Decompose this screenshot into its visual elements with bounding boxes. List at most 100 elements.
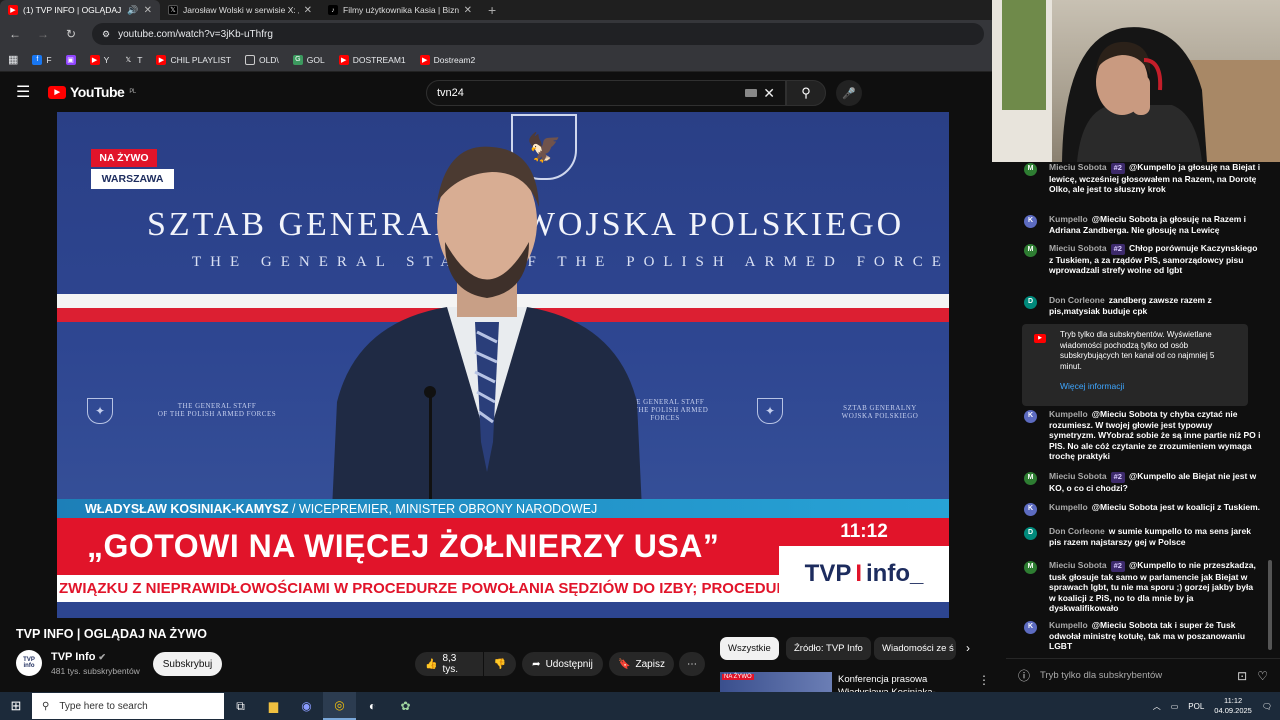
voice-search-button[interactable]: 🎤 — [836, 80, 862, 106]
chat-avatar[interactable]: M — [1024, 472, 1037, 485]
like-button[interactable]: 👍 8,3 tys. — [415, 652, 483, 676]
speaker-icon[interactable]: 🔊 — [127, 5, 138, 16]
chat-message[interactable]: D Don Corleone w sumie kumpello to ma sens… — [1016, 526, 1261, 547]
chat-message[interactable]: K Kumpello @Mieciu Sobota ja głosuję na Ra… — [1016, 214, 1261, 235]
task-view-icon[interactable]: ⧉ — [224, 692, 257, 720]
chat-author[interactable]: Mieciu Sobota — [1049, 243, 1107, 253]
site-info-icon[interactable]: ⚙ — [102, 29, 110, 40]
chat-avatar[interactable]: M — [1024, 244, 1037, 257]
file-explorer-icon[interactable]: ▆ — [257, 692, 290, 720]
chevron-right-icon[interactable]: › — [966, 641, 970, 655]
logo-part-a: TVP — [804, 560, 852, 587]
obs-icon[interactable]: ◐ — [356, 692, 389, 720]
bookmark-twitch[interactable]: ▣ — [65, 54, 76, 65]
back-icon[interactable]: ← — [8, 27, 22, 41]
chat-avatar[interactable]: D — [1024, 527, 1037, 540]
forward-icon[interactable]: → — [36, 27, 50, 41]
chat-avatar[interactable]: K — [1024, 503, 1037, 516]
chat-author[interactable]: Kumpello — [1049, 502, 1088, 512]
chat-avatar[interactable]: K — [1024, 215, 1037, 228]
bookmark-label: F — [46, 54, 52, 65]
bookmark-old[interactable]: OLD\ — [244, 54, 279, 65]
chat-message[interactable]: M Mieciu Sobota #2 @Kumpello to nie przeszk… — [1016, 560, 1261, 614]
bookmark-chil-playlist[interactable]: ▶ CHIL PLAYLIST — [156, 54, 231, 65]
apps-grid-icon[interactable]: ▦ — [8, 53, 18, 66]
channel-avatar-text: TVP info — [23, 657, 35, 669]
bookmark-y[interactable]: ▶ Y — [89, 54, 110, 65]
more-actions-button[interactable]: ⋯ — [679, 652, 705, 676]
app-icon[interactable]: ✿ — [389, 692, 422, 720]
chat-avatar[interactable]: M — [1024, 561, 1037, 574]
taskbar-search[interactable]: ⚲ Type here to search — [32, 693, 224, 719]
chat-author[interactable]: Kumpello — [1049, 409, 1088, 419]
tab-tvp-info[interactable]: ▶ (1) TVP INFO | OGLĄDAJ N 🔊 ✕ — [0, 0, 160, 20]
chat-message[interactable]: K Kumpello @Mieciu Sobota jest w koalicji … — [1016, 502, 1261, 516]
chat-message[interactable]: K Kumpello @Mieciu Sobota ty chyba czytać … — [1016, 409, 1261, 462]
bookmark-label: Y — [103, 54, 110, 65]
subscribe-button[interactable]: Subskrybuj — [153, 652, 222, 676]
chat-author[interactable]: Kumpello — [1049, 620, 1088, 630]
chat-message[interactable]: M Mieciu Sobota #2 @Kumpello ja głosuję na … — [1016, 162, 1261, 195]
tray-chevron-icon[interactable]: ︿ — [1153, 701, 1161, 712]
bookmark-t[interactable]: 𝕏T — [123, 55, 142, 65]
tab-jaroslaw-wolski[interactable]: 𝕏 Jarosław Wolski w serwisie X: „I ✕ — [160, 0, 320, 20]
bookmark-dostream2[interactable]: ▶ Dostream2 — [419, 54, 475, 65]
menu-icon[interactable]: ☰ — [16, 82, 32, 102]
chat-message[interactable]: M Mieciu Sobota #2 @Kumpello ale Biejat nie… — [1016, 471, 1261, 493]
chat-scrollbar[interactable] — [1268, 560, 1272, 650]
chip-all[interactable]: Wszystkie — [720, 637, 779, 660]
related-video-thumbnail[interactable]: NA ŻYWO — [720, 672, 832, 692]
chat-author[interactable]: Mieciu Sobota — [1049, 162, 1107, 172]
speaker-name-bar: WŁADYSŁAW KOSINIAK-KAMYSZ / WICEPREMIER,… — [57, 499, 949, 518]
chat-input[interactable]: Tryb tylko dla subskrybentów — [1040, 670, 1227, 681]
tab-kasia-tiktok[interactable]: ♪ Filmy użytkownika Kasia | Bizne ✕ — [320, 0, 480, 20]
keyboard-icon[interactable] — [745, 89, 758, 97]
chat-author[interactable]: Don Corleone — [1049, 295, 1105, 305]
channel-avatar[interactable]: TVP info — [16, 650, 42, 676]
save-button[interactable]: 🔖 Zapisz — [609, 652, 674, 676]
notifications-icon[interactable]: 🗨 — [1262, 702, 1272, 711]
video-player[interactable]: 🦅 SZTAB GENERALNY WOJSKA POLSKIEGO THE G… — [57, 112, 949, 618]
more-info-link[interactable]: Więcej informacji — [1060, 381, 1238, 392]
bookmark-gol[interactable]: G GOL — [292, 54, 325, 65]
close-tab-icon[interactable]: ✕ — [304, 5, 312, 16]
chat-author[interactable]: Kumpello — [1049, 214, 1088, 224]
address-bar[interactable]: ⚙ youtube.com/watch?v=3jKb-uThfrg — [92, 23, 984, 45]
clear-search-icon[interactable]: ✕ — [763, 85, 775, 102]
related-menu-icon[interactable]: ⋮ — [978, 673, 990, 687]
chat-avatar[interactable]: K — [1024, 621, 1037, 634]
new-tab-button[interactable]: + — [488, 0, 496, 20]
close-tab-icon[interactable]: ✕ — [144, 5, 152, 16]
chat-author[interactable]: Mieciu Sobota — [1049, 471, 1107, 481]
reload-icon[interactable]: ↻ — [64, 27, 78, 41]
super-chat-icon[interactable]: ⊡ — [1237, 669, 1247, 683]
chat-message[interactable]: D Don Corleone zandberg zawsze razem z pis… — [1016, 295, 1261, 316]
chat-avatar[interactable]: M — [1024, 163, 1037, 176]
windows-start-icon[interactable]: ⊞ — [0, 692, 32, 720]
language-indicator[interactable]: POL — [1188, 702, 1204, 711]
chat-message[interactable]: M Mieciu Sobota #2 Chłop porównuje Kaczynsk… — [1016, 243, 1261, 276]
search-icon: ⚲ — [42, 700, 50, 712]
chat-author[interactable]: Don Corleone — [1049, 526, 1105, 536]
chat-avatar[interactable]: K — [1024, 410, 1037, 423]
dislike-button[interactable]: 👎 — [484, 652, 516, 676]
share-button[interactable]: ➦ Udostępnij — [522, 652, 603, 676]
heart-icon[interactable]: ♡ — [1257, 669, 1268, 683]
discord-icon[interactable]: ◉ — [290, 692, 323, 720]
close-tab-icon[interactable]: ✕ — [464, 5, 472, 16]
search-input[interactable]: tvn24 ✕ — [426, 80, 786, 106]
chip-news[interactable]: Wiadomości ze ś — [874, 637, 956, 660]
chat-message[interactable]: K Kumpello @Mieciu Sobota tak i super że T… — [1016, 620, 1261, 652]
clock[interactable]: 11:12 04.09.2025 — [1214, 696, 1252, 716]
search-button[interactable]: ⚲ — [786, 80, 826, 106]
bookmark-f[interactable]: fF — [32, 54, 52, 65]
network-icon[interactable]: ▭ — [1171, 702, 1179, 711]
chat-avatar[interactable]: D — [1024, 296, 1037, 309]
channel-name-link[interactable]: TVP Info ✔ — [51, 651, 106, 663]
bookmark-dostream1[interactable]: ▶ DOSTREAM1 — [338, 54, 406, 65]
chat-author[interactable]: Mieciu Sobota — [1049, 560, 1107, 570]
chrome-icon[interactable]: ◎ — [323, 692, 356, 720]
info-icon[interactable]: ⓘ — [1018, 667, 1030, 684]
youtube-logo[interactable]: ▶ YouTube PL — [48, 84, 136, 100]
chip-source-tvp[interactable]: Źródło: TVP Info — [786, 637, 871, 660]
